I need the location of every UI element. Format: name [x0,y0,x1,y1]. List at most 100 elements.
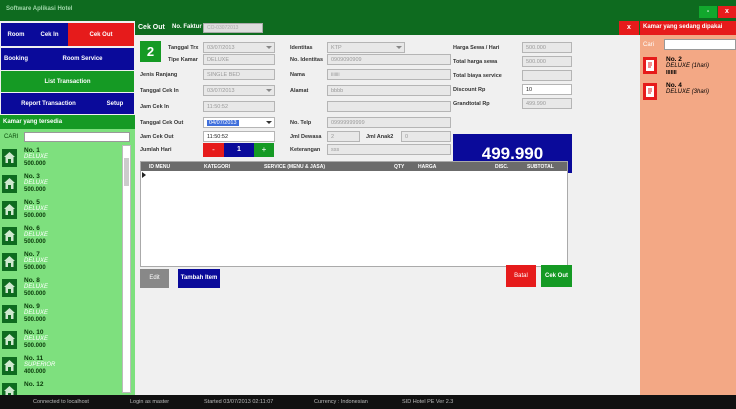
room-item[interactable]: No. 6 DELUXE 500.000 [2,225,119,250]
room-type: DELUXE [24,310,49,316]
available-search-row: CARI [0,129,135,145]
room-button[interactable]: Room [1,23,31,46]
discount-field[interactable]: 10 [522,84,572,95]
increase-days-button[interactable]: + [254,143,274,157]
no-telp-label: No. Telp [290,120,312,126]
jumlah-hari-label: Jumlah Hari [140,147,172,153]
identitas-label: Identitas [290,45,313,51]
minimize-button[interactable]: - [699,6,717,18]
available-search-input[interactable] [24,132,130,142]
room-item[interactable]: No. 10 DELUXE 500.000 [2,329,119,354]
occupied-rooms-panel: Kamar yang sedang dipakai Cari No. 2 DEL… [640,21,736,395]
alamat-line2-field[interactable] [327,101,451,112]
booking-button[interactable]: Booking [1,48,31,70]
room-type: DELUXE [24,232,49,238]
edit-button[interactable]: Edit [140,269,169,288]
list-transaction-button[interactable]: List Transaction [1,71,134,92]
room-number-display: 2 [140,41,161,62]
window-title: Software Aplikasi Hotel [6,6,73,12]
occupied-search-input[interactable] [664,39,736,50]
room-item[interactable]: No. 5 DELUXE 500.000 [2,199,119,224]
tanggal-cek-out-field[interactable]: 04/07/2013 [203,117,275,128]
report-transaction-button[interactable]: Report Transaction [1,93,96,114]
discount-label: Discount Rp [453,87,486,93]
room-number: No. 9 [24,303,40,310]
room-item[interactable]: No. 12 [2,381,119,395]
row-pointer-icon [142,172,146,178]
room-type: DELUXE [24,154,49,160]
house-icon [2,253,17,271]
total-service-field[interactable] [522,70,572,81]
room-item[interactable]: No. 11 SUPERIOR 400.000 [2,355,119,380]
room-item[interactable]: No. 9 DELUXE 500.000 [2,303,119,328]
tanggal-cek-in-field[interactable]: 03/07/2013 [203,85,275,96]
room-number: No. 11 [24,355,44,362]
checkout-submit-button[interactable]: Cek Out [541,265,572,287]
tanggal-cek-out-label: Tanggal Cek Out [140,120,184,126]
column-header: KATEGORI [204,164,231,170]
started-time: Started 03/07/2013 02:11:07 [204,399,274,405]
total-harga-field[interactable]: 500.000 [522,56,572,67]
room-list-scrollbar[interactable] [122,145,131,393]
jml-dewasa-field[interactable]: 2 [327,131,360,142]
nama-field[interactable]: iiiiiii [327,69,451,80]
room-number: No. 2 [666,56,682,63]
room-service-button[interactable]: Room Service [31,48,134,70]
cancel-button[interactable]: Batal [506,265,536,287]
checkout-title: Cek Out [138,24,165,31]
tanggal-trx-field[interactable]: 03/07/2013 [203,42,275,53]
no-identitas-field[interactable]: 0909090909 [327,54,451,65]
no-faktur-field[interactable]: CO-03072013 [203,23,263,33]
occupied-rooms-title: Kamar yang sedang dipakai [640,21,736,35]
cek-in-button[interactable]: Cek In [31,23,68,46]
status-bar: Connected to localhost Login as master S… [0,395,736,409]
room-item[interactable]: No. 3 DELUXE 500.000 [2,173,119,198]
room-number: No. 10 [24,329,44,336]
occupied-room-item[interactable]: No. 2 DELUXE (1hari) IIIIIII [643,56,733,78]
identitas-select[interactable]: KTP [327,42,405,53]
chevron-down-icon [396,46,402,49]
harga-sewa-field[interactable]: 500.000 [522,42,572,53]
version-label: SID Hotel PE Ver 2.3 [402,399,454,405]
room-number: No. 1 [24,147,40,154]
room-type: DELUXE (1hari) [666,63,710,69]
tipe-kamar-field[interactable]: DELUXE [203,54,275,65]
title-bar: Software Aplikasi Hotel - x [0,0,736,21]
service-table[interactable]: ID MENU KATEGORI SERVICE (MENU & JASA) Q… [140,161,568,267]
jml-anak-field[interactable]: 0 [401,131,451,142]
house-icon [2,331,17,349]
jam-cek-out-field[interactable]: 11:50:52 [203,131,275,142]
alamat-field[interactable]: bbbb [327,85,451,96]
setup-button[interactable]: Setup [96,93,134,114]
room-price: 400.000 [24,369,46,375]
window-close-button[interactable]: x [718,6,736,18]
keterangan-field[interactable]: sss [327,144,451,155]
no-telp-field[interactable]: 09999999999 [327,117,451,128]
add-item-button[interactable]: Tambah Item [178,269,220,288]
decrease-days-button[interactable]: - [203,143,224,157]
room-item[interactable]: No. 1 DELUXE 500.000 [2,147,119,172]
tipe-kamar-label: Tipe Kamar [168,57,198,63]
jenis-ranjang-field[interactable]: SINGLE BED [203,69,275,80]
room-number: No. 6 [24,225,40,232]
connection-status: Connected to localhost [33,399,89,405]
occupied-room-item[interactable]: No. 4 DELUXE (3hari) [643,82,733,104]
keterangan-label: Keterangan [290,147,321,153]
room-item[interactable]: No. 8 DELUXE 500.000 [2,277,119,302]
grandtotal-field[interactable]: 499.990 [522,98,572,109]
scroll-thumb[interactable] [124,158,129,186]
document-icon [643,57,657,74]
tanggal-cek-out-value: 04/07/2013 [207,120,239,126]
close-icon[interactable]: x [619,21,639,35]
guest-name: IIIIIII [666,70,677,76]
cek-out-button[interactable]: Cek Out [68,23,134,46]
jam-cek-in-field[interactable]: 11:50:52 [203,101,275,112]
room-number: No. 5 [24,199,40,206]
room-item[interactable]: No. 7 DELUXE 500.000 [2,251,119,276]
column-header: SUBTOTAL [527,164,554,170]
room-type: DELUXE [24,206,49,212]
nama-label: Nama [290,72,305,78]
column-header: QTY [394,164,405,170]
room-type: SUPERIOR [24,362,56,368]
room-price: 500.000 [24,213,46,219]
